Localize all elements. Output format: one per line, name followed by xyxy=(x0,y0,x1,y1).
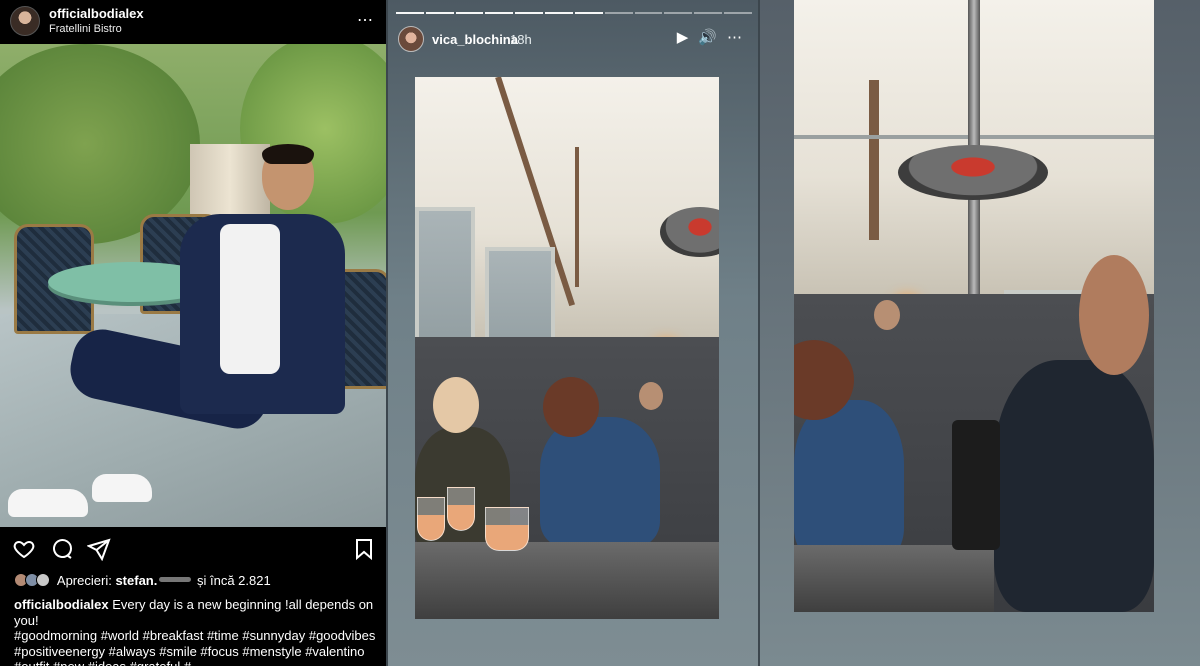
diner xyxy=(994,360,1154,612)
story-progress-segment xyxy=(515,12,544,14)
story-controls: ▶ 🔊 ⋯ xyxy=(677,29,742,47)
diner-head xyxy=(543,377,599,437)
diner xyxy=(540,417,660,547)
post-caption: officialbodialex Every day is a new begi… xyxy=(14,597,380,666)
liker-avatars xyxy=(14,573,54,587)
story-video-frame[interactable] xyxy=(415,77,719,619)
story-progress-segment xyxy=(664,12,693,14)
redacted-text xyxy=(159,577,192,582)
dining-table xyxy=(794,545,994,612)
story-progress-segment xyxy=(574,12,603,14)
post-avatar[interactable] xyxy=(10,6,40,36)
comment-icon[interactable] xyxy=(50,537,74,561)
story-viewer: vica_blochina 18h ▶ 🔊 ⋯ xyxy=(388,0,760,666)
shoe xyxy=(92,474,152,502)
post-location[interactable]: Fratellini Bistro xyxy=(49,23,122,35)
likes-label: Aprecieri: xyxy=(56,573,112,588)
sound-icon[interactable]: 🔊 xyxy=(698,29,717,47)
heart-icon[interactable] xyxy=(12,537,36,561)
post-header: officialbodialex Fratellini Bistro ⋯ xyxy=(0,0,388,44)
patio-heater xyxy=(898,145,1048,200)
diner xyxy=(794,400,904,560)
roof-beam xyxy=(575,147,579,287)
person-shirt xyxy=(220,224,280,374)
story-progress-segment xyxy=(545,12,573,14)
diner-head xyxy=(874,300,900,330)
story-progress-segment xyxy=(425,12,454,14)
instagram-post: officialbodialex Fratellini Bistro ⋯ Apr… xyxy=(0,0,388,666)
story-progress-segment xyxy=(396,12,424,14)
post-actions-bar xyxy=(0,527,388,571)
caption-username[interactable]: officialbodialex xyxy=(14,597,109,612)
story-avatar[interactable] xyxy=(398,26,424,52)
diner-head xyxy=(1079,255,1149,375)
story-username[interactable]: vica_blochina xyxy=(432,32,518,47)
likes-row[interactable]: Aprecieri: stefan. și încă 2.821 xyxy=(14,573,271,589)
play-icon[interactable]: ▶ xyxy=(677,29,689,47)
likes-first-user[interactable]: stefan. xyxy=(115,573,157,588)
story-video-frame-closeup[interactable] xyxy=(794,0,1154,612)
wine-glass xyxy=(485,507,529,551)
caption-hashtags[interactable]: #goodmorning #world #breakfast #time #su… xyxy=(14,628,375,666)
story-progress-segment xyxy=(694,12,723,14)
bookmark-icon[interactable] xyxy=(352,537,376,561)
likes-count[interactable]: și încă 2.821 xyxy=(197,573,271,588)
story-progress-segment xyxy=(455,12,484,14)
dining-table xyxy=(415,542,719,619)
wine-glass xyxy=(447,487,475,531)
shoe xyxy=(8,489,88,517)
more-options-icon[interactable]: ⋯ xyxy=(727,29,742,47)
more-options-icon[interactable]: ⋯ xyxy=(357,10,374,30)
story-progress-segment xyxy=(634,12,663,14)
diner-head xyxy=(639,382,663,410)
roof-beam xyxy=(869,80,879,240)
person-hair xyxy=(262,144,314,164)
story-progress-segment xyxy=(485,12,514,14)
heater-base xyxy=(952,420,1000,550)
share-icon[interactable] xyxy=(86,537,111,562)
story-progress-segment xyxy=(724,12,752,14)
wine-glass xyxy=(417,497,445,541)
diner-head xyxy=(433,377,479,433)
story-timestamp: 18h xyxy=(510,32,532,47)
story-progress-segment xyxy=(604,12,633,14)
story-progress-bar xyxy=(396,12,752,14)
post-photo[interactable] xyxy=(0,44,388,527)
post-username[interactable]: officialbodialex xyxy=(49,6,144,21)
